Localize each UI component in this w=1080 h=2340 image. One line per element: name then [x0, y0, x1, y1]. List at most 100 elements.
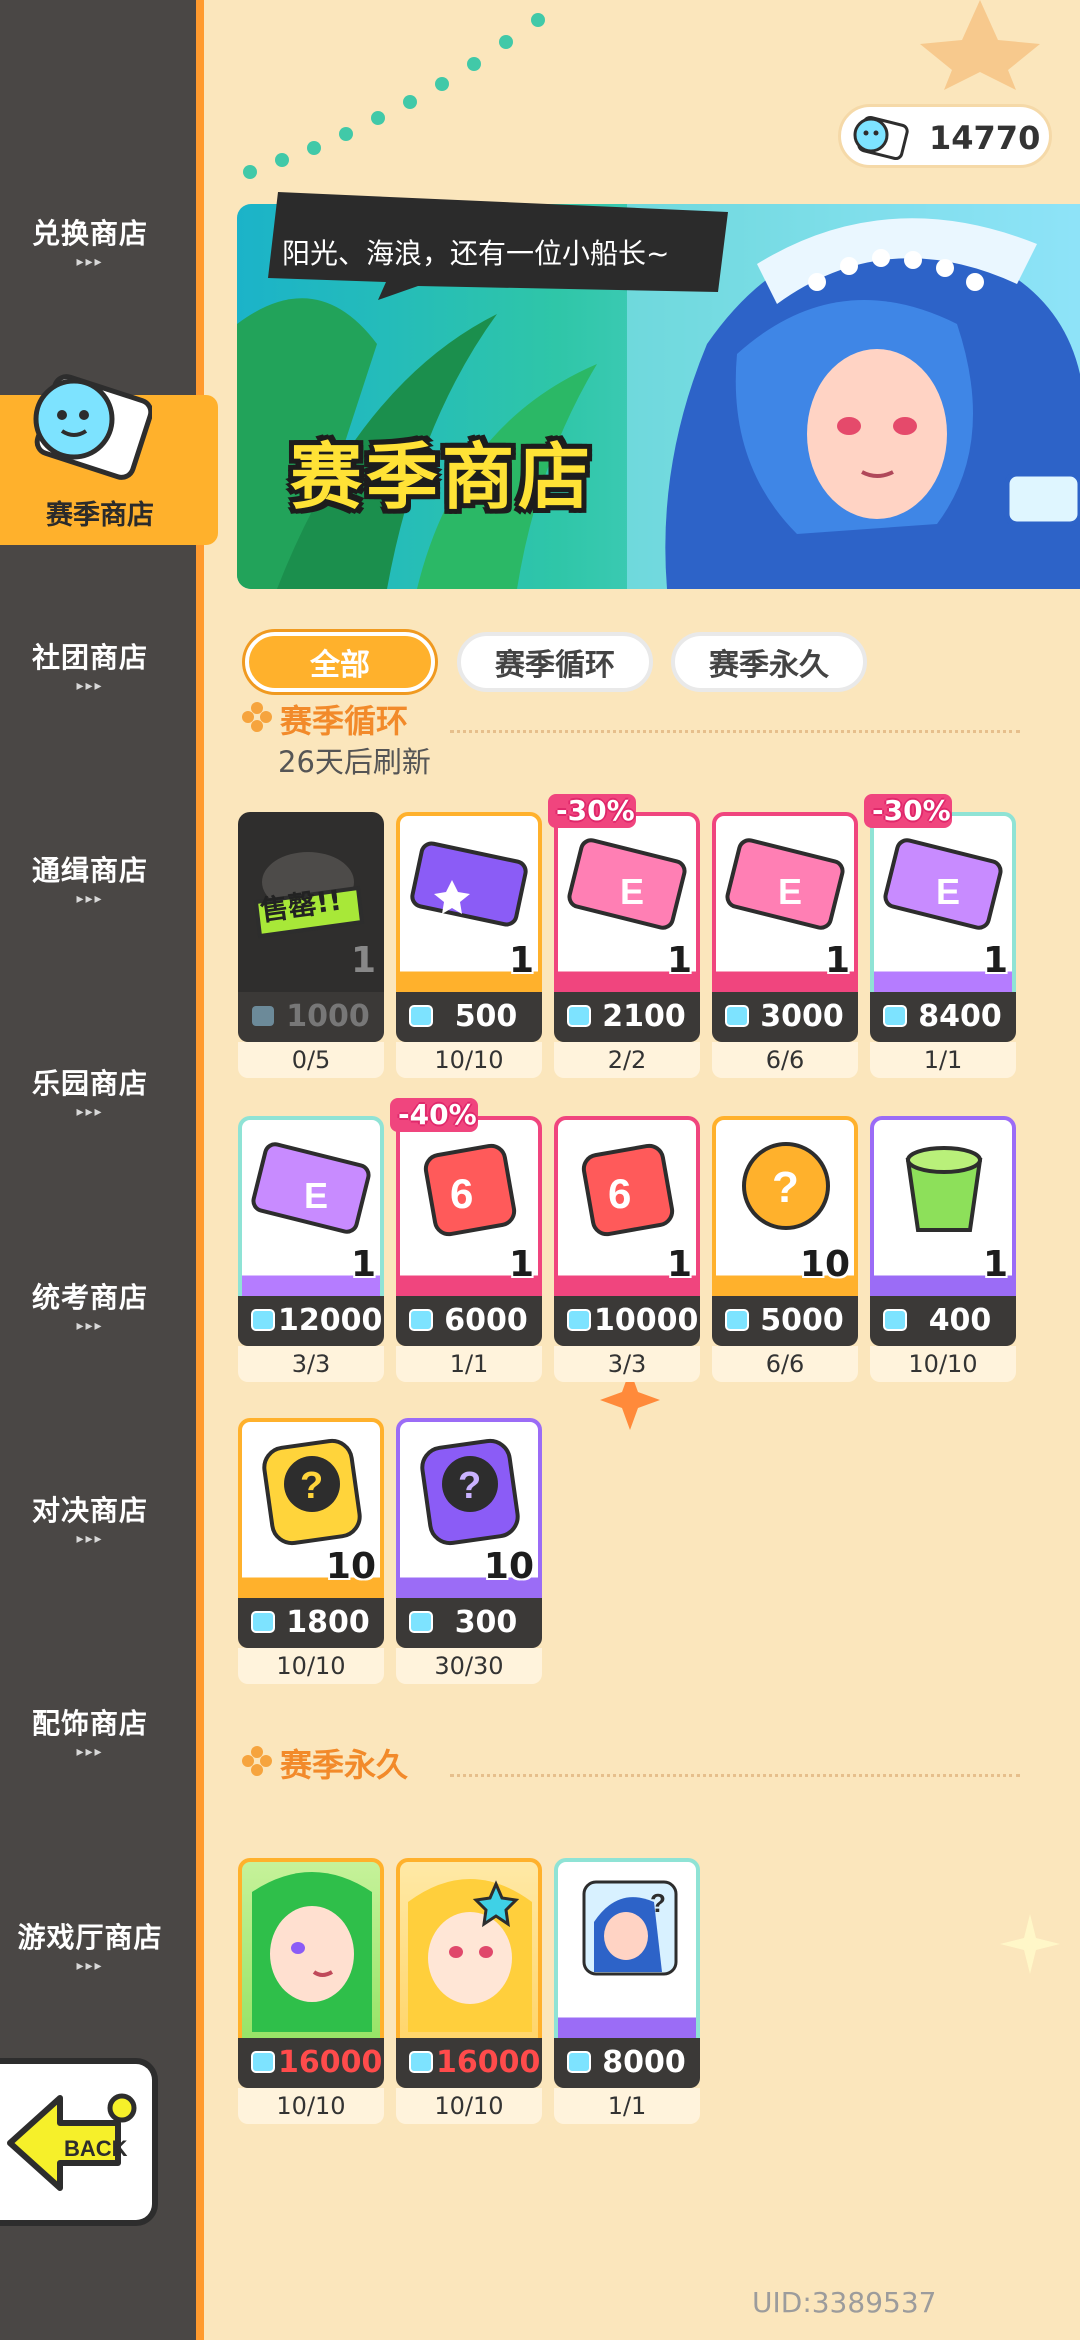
season-ticket-icon: [567, 1309, 591, 1331]
shop-item-card[interactable]: ? 10 300 30/30: [396, 1418, 542, 1688]
item-count: 1: [666, 940, 692, 981]
svg-text:?: ?: [772, 1163, 799, 1212]
discount-badge: -30%: [556, 794, 635, 827]
item-count: 1: [350, 940, 376, 981]
svg-text:E: E: [620, 871, 644, 912]
season-ticket-icon: [883, 1005, 907, 1027]
refresh-countdown: 26天后刷新: [278, 745, 431, 779]
item-price: 8400: [918, 999, 1002, 1034]
item-stock: 10/10: [238, 2088, 384, 2124]
item-stock: 6/6: [712, 1346, 858, 1382]
pink-card-icon: E: [567, 838, 687, 930]
red-dice-icon: 6: [423, 1143, 517, 1237]
season-ticket-icon: [725, 1005, 749, 1027]
sidebar-item-label: 兑换商店: [31, 217, 148, 250]
svg-text:E: E: [304, 1175, 328, 1216]
section-divider: [450, 730, 1020, 733]
item-price: 500: [454, 999, 518, 1034]
season-ticket-icon: [409, 1611, 433, 1633]
sidebar-item-exam-shop[interactable]: 统考商店 ▸▸▸: [0, 1260, 180, 1350]
sidebar-item-label: 通缉商店: [31, 854, 148, 887]
sidebar-item-club-shop[interactable]: 社团商店 ▸▸▸: [0, 620, 180, 710]
shop-item-card[interactable]: E 1 12000 3/3: [238, 1116, 384, 1386]
svg-text:?: ?: [650, 1888, 666, 1918]
back-label: BACK: [64, 2136, 128, 2161]
chevrons-icon: ▸▸▸: [76, 1104, 104, 1120]
item-stock: 0/5: [238, 1042, 384, 1078]
sidebar-item-label: 游戏厅商店: [17, 1921, 163, 1954]
sidebar-item-label: 配饰商店: [31, 1707, 148, 1740]
shop-item-card[interactable]: E -30% 1 8400 1/1: [864, 794, 1016, 1082]
season-ticket-icon: [567, 1005, 591, 1027]
sidebar-item-arcade-shop[interactable]: 游戏厅商店 ▸▸▸: [0, 1900, 180, 1990]
item-stock: 2/2: [554, 1042, 700, 1078]
chevrons-icon: ▸▸▸: [76, 1318, 104, 1334]
item-stock: 1/1: [554, 2088, 700, 2124]
tab-all[interactable]: 全部: [245, 632, 435, 692]
sidebar-item-accessory-shop[interactable]: 配饰商店 ▸▸▸: [0, 1686, 180, 1776]
shop-item-card[interactable]: 1 500 10/10: [396, 812, 542, 1082]
item-count: 1: [982, 940, 1008, 981]
chevrons-icon: ▸▸▸: [76, 1744, 104, 1760]
discount-badge: -30%: [872, 794, 951, 827]
item-price: 12000: [278, 1303, 383, 1338]
sidebar-item-label: 统考商店: [31, 1281, 148, 1314]
season-ticket-icon: [409, 2051, 433, 2073]
discount-badge: -40%: [398, 1098, 477, 1131]
green-jelly-icon: [905, 1146, 983, 1232]
season-ticket-icon: [883, 1309, 907, 1331]
shop-item-card[interactable]: 售罄!! 1 1000 0/5: [238, 812, 384, 1082]
item-count: 1: [508, 940, 534, 981]
shop-item-card[interactable]: 6 -40% 1 6000 1/1: [390, 1098, 542, 1386]
sparkle-decoration-icon: [1000, 1914, 1060, 1974]
season-ticket-icon: [853, 115, 909, 161]
blue-hair-avatar-icon: ?: [582, 1880, 678, 1976]
shop-item-card[interactable]: 16000 10/10: [238, 1858, 384, 2128]
gold-question-token-icon: ?: [262, 1438, 362, 1546]
sidebar-item-label: 对决商店: [31, 1494, 148, 1527]
shop-item-card[interactable]: ? 10 1800 10/10: [238, 1418, 384, 1688]
sidebar-item-duel-shop[interactable]: 对决商店 ▸▸▸: [0, 1473, 180, 1563]
item-price: 6000: [444, 1303, 528, 1338]
sidebar-item-exchange-shop[interactable]: 兑换商店 ▸▸▸: [0, 196, 180, 286]
back-button[interactable]: BACK: [0, 2058, 158, 2226]
chevrons-icon: ▸▸▸: [76, 1531, 104, 1547]
shop-item-card[interactable]: 16000 10/10: [396, 1858, 542, 2128]
item-stock: 10/10: [396, 2088, 542, 2124]
shop-item-card[interactable]: 6 1 10000 3/3: [554, 1116, 700, 1386]
item-stock: 10/10: [238, 1648, 384, 1684]
item-stock: 1/1: [870, 1042, 1016, 1078]
item-count: 1: [350, 1244, 376, 1285]
shop-item-card[interactable]: ? 8000 1/1: [554, 1858, 700, 2128]
item-price: 2100: [602, 999, 686, 1034]
mystery-capsule-icon: ?: [742, 1142, 830, 1230]
item-count: 1: [824, 940, 850, 981]
season-ticket-icon: [251, 1309, 275, 1331]
chevrons-icon: ▸▸▸: [76, 891, 104, 907]
shop-item-card[interactable]: E -30% 1 2100 2/2: [548, 794, 700, 1082]
purple-ticket-icon: [410, 841, 528, 927]
red-dice-icon: 6: [581, 1143, 675, 1237]
shop-item-card[interactable]: 1 400 10/10: [870, 1116, 1016, 1386]
flower-icon: [242, 702, 272, 732]
season-ticket-icon: [409, 1005, 433, 1027]
sidebar-item-wanted-shop[interactable]: 通缉商店 ▸▸▸: [0, 833, 180, 923]
item-price: 400: [928, 1303, 992, 1338]
tab-season-permanent[interactable]: 赛季永久: [671, 632, 867, 692]
shop-item-card[interactable]: ? 10 5000 6/6: [712, 1116, 858, 1386]
tab-season-cycle[interactable]: 赛季循环: [457, 632, 653, 692]
sidebar-item-season-shop[interactable]: 赛季商店: [0, 374, 218, 545]
item-stock: 30/30: [396, 1648, 542, 1684]
item-price: 1000: [286, 999, 370, 1034]
sidebar-item-park-shop[interactable]: 乐园商店 ▸▸▸: [0, 1046, 180, 1136]
item-stock: 3/3: [554, 1346, 700, 1382]
shop-item-card[interactable]: E 1 3000 6/6: [712, 812, 858, 1082]
dots-decoration: [243, 13, 545, 179]
season-ticket-icon: [409, 1309, 433, 1331]
currency-display[interactable]: 14770: [838, 104, 1052, 168]
item-stock: 10/10: [396, 1042, 542, 1078]
season-ticket-icon: [725, 1309, 749, 1331]
item-price: 10000: [594, 1303, 699, 1338]
sidebar-item-label: 赛季商店: [46, 500, 154, 531]
season-ticket-icon: [33, 374, 152, 480]
